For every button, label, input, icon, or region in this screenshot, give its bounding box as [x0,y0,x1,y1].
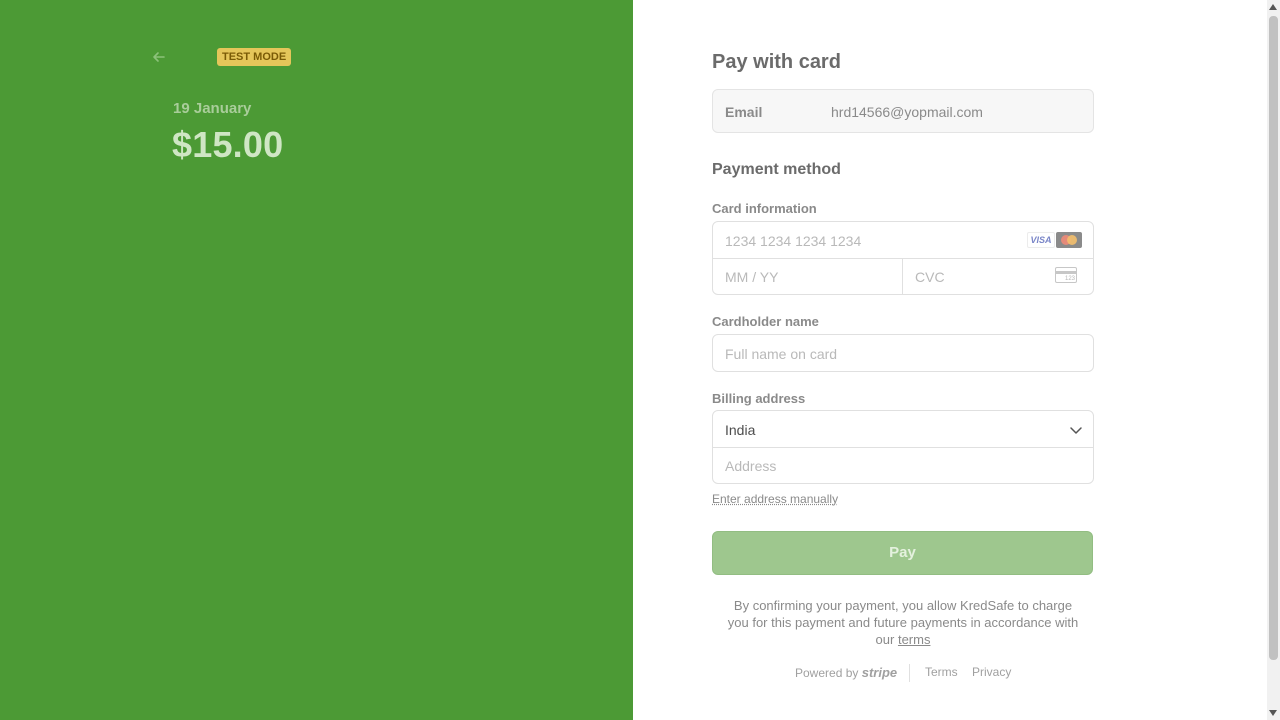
footer-privacy-link[interactable]: Privacy [972,665,1011,679]
email-label: Email [725,104,763,120]
enter-address-manually-link[interactable]: Enter address manually [712,492,838,506]
page-title: Pay with card [712,51,841,73]
powered-by-label: Powered by [795,666,859,680]
cvc-input[interactable]: CVC [915,269,945,285]
total-amount: $15.00 [172,124,284,165]
consent-text: By confirming your payment, you allow Kr… [722,597,1084,648]
cardholder-name-field[interactable]: Full name on card [712,334,1094,372]
order-summary-panel: TEST MODE 19 January $15.00 [0,0,633,720]
scrollbar-thumb[interactable] [1269,16,1278,660]
card-information-label: Card information [712,201,817,216]
divider [713,447,1093,448]
cvc-card-icon: 123 [1055,267,1077,283]
divider [713,258,1093,259]
scroll-up-arrow-icon[interactable] [1269,4,1277,10]
scrollbar[interactable] [1267,0,1280,720]
divider [902,258,903,295]
visa-icon: VISA [1027,232,1055,248]
terms-link[interactable]: terms [898,632,931,647]
email-value: hrd14566@yopmail.com [831,104,983,120]
test-mode-badge: TEST MODE [217,48,292,66]
cardholder-name-label: Cardholder name [712,314,819,329]
footer-terms-link[interactable]: Terms [925,665,958,679]
pay-button[interactable]: Pay [712,531,1093,575]
mastercard-icon [1056,232,1082,248]
country-select[interactable]: India [725,422,755,438]
address-input[interactable]: Address [725,458,776,474]
billing-date: 19 January [173,100,252,117]
divider [909,664,910,682]
scroll-down-arrow-icon[interactable] [1269,710,1277,716]
expiry-input[interactable]: MM / YY [725,269,778,285]
email-field: Email hrd14566@yopmail.com [712,89,1094,133]
back-arrow-icon[interactable] [150,48,168,66]
billing-address-label: Billing address [712,391,806,406]
payment-method-heading: Payment method [712,161,841,178]
card-number-input[interactable]: 1234 1234 1234 1234 [725,233,861,249]
chevron-down-icon[interactable] [1069,423,1083,437]
powered-by[interactable]: Powered by stripe [795,665,897,680]
stripe-logo: stripe [861,665,898,680]
cardholder-name-placeholder: Full name on card [725,346,838,362]
card-information-group: 1234 1234 1234 1234 VISA MM / YY CVC 123 [712,221,1094,295]
billing-address-group: India Address [712,410,1094,484]
